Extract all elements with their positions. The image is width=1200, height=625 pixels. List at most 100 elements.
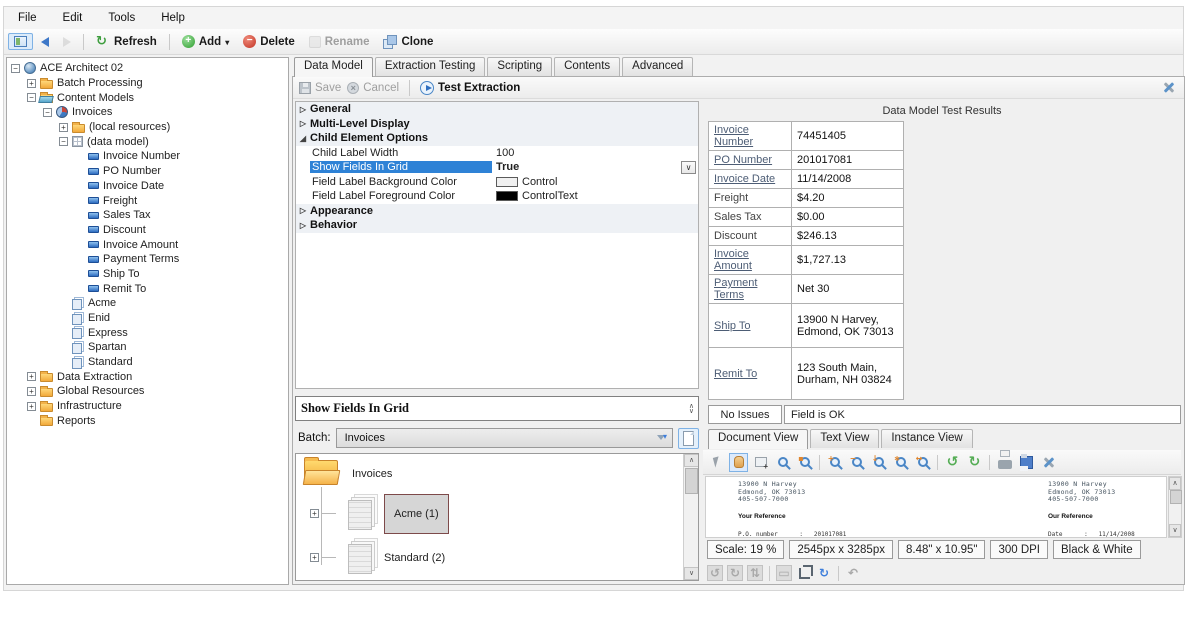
- tree-item-discount[interactable]: Discount: [7, 223, 288, 238]
- dropdown-button[interactable]: ∨: [681, 161, 696, 174]
- tree-item-data-extraction[interactable]: + Data Extraction: [7, 369, 288, 384]
- tree-item-express[interactable]: Express: [7, 325, 288, 340]
- tree-item-standard[interactable]: Standard: [7, 355, 288, 370]
- scrollbar-thumb[interactable]: [685, 468, 698, 494]
- category-expanded-icon[interactable]: ◢: [296, 134, 310, 143]
- tree-expander-icon[interactable]: −: [11, 63, 20, 73]
- scroll-up-icon[interactable]: ∧: [1169, 477, 1181, 490]
- preview-scrollbar[interactable]: ∧ ∨: [1168, 476, 1182, 538]
- scrollbar-thumb[interactable]: [1170, 490, 1182, 504]
- tab-data-model[interactable]: Data Model: [294, 57, 373, 77]
- tree-item-ship-to[interactable]: Ship To: [7, 267, 288, 282]
- tree-item-po-number[interactable]: PO Number: [7, 164, 288, 179]
- view-document-button[interactable]: [678, 427, 699, 449]
- property-category-appearance[interactable]: ▷ Appearance: [296, 203, 698, 218]
- scroll-up-icon[interactable]: ∧: [684, 454, 698, 467]
- tree-expander-icon[interactable]: −: [59, 137, 68, 147]
- zoom-selection-button[interactable]: [773, 453, 792, 472]
- tree-expander-icon[interactable]: −: [43, 107, 52, 117]
- batch-tree-scrollbar[interactable]: ∧ ∨: [683, 454, 698, 580]
- batch-node-standard-2-[interactable]: Standard (2): [384, 552, 445, 564]
- refresh-button[interactable]: Refresh: [90, 32, 163, 52]
- tree-expander-icon[interactable]: +: [59, 122, 68, 132]
- batch-node-acme-1-[interactable]: Acme (1): [384, 494, 449, 534]
- tree-item-invoice-amount[interactable]: Invoice Amount: [7, 237, 288, 252]
- result-field-link[interactable]: Invoice Date: [708, 169, 792, 189]
- category-collapsed-icon[interactable]: ▷: [296, 221, 310, 230]
- result-field-link[interactable]: Invoice Amount: [708, 245, 792, 275]
- select-zone-button[interactable]: [751, 453, 770, 472]
- property-value[interactable]: True: [492, 161, 698, 173]
- document-stack-icon[interactable]: [348, 500, 372, 530]
- property-value[interactable]: 100: [492, 147, 698, 159]
- tree-item-global-resources[interactable]: + Global Resources: [7, 384, 288, 399]
- cancel-button[interactable]: Cancel: [347, 81, 399, 94]
- menu-tools[interactable]: Tools: [108, 12, 135, 24]
- tree-item-ace-architect-02[interactable]: − ACE Architect 02: [7, 61, 288, 76]
- add-button[interactable]: Add: [176, 32, 235, 51]
- rotate-left-button[interactable]: ↺: [943, 453, 962, 472]
- property-row-field-label-foreground-color[interactable]: Field Label Foreground Color ControlText: [296, 189, 698, 204]
- result-field-link[interactable]: Payment Terms: [708, 274, 792, 304]
- tree-item-content-models[interactable]: − Content Models: [7, 90, 288, 105]
- property-category-behavior[interactable]: ▷ Behavior: [296, 218, 698, 233]
- property-value[interactable]: Control: [492, 176, 698, 188]
- property-category-child-element-options[interactable]: ◢ Child Element Options: [296, 131, 698, 146]
- category-collapsed-icon[interactable]: ▷: [296, 105, 310, 114]
- tree-item-enid[interactable]: Enid: [7, 311, 288, 326]
- refresh-image-button[interactable]: ↻: [816, 565, 832, 581]
- rotate-right-button[interactable]: ↻: [965, 453, 984, 472]
- tab-text-view[interactable]: Text View: [810, 429, 880, 448]
- tree-item-reports[interactable]: Reports: [7, 414, 288, 429]
- tree-item--local-resources-[interactable]: + (local resources): [7, 120, 288, 135]
- crop-image-button[interactable]: [796, 564, 813, 581]
- tree-item-invoices[interactable]: − Invoices: [7, 105, 288, 120]
- print-button[interactable]: [995, 453, 1014, 472]
- save-button[interactable]: Save: [299, 81, 341, 94]
- zoom-width-button[interactable]: [913, 453, 932, 472]
- tree-item-spartan[interactable]: Spartan: [7, 340, 288, 355]
- tree-expander-icon[interactable]: −: [27, 93, 36, 103]
- back-arrow-button[interactable]: [35, 34, 55, 50]
- tree-item-invoice-number[interactable]: Invoice Number: [7, 149, 288, 164]
- menu-file[interactable]: File: [18, 12, 37, 24]
- tab-advanced[interactable]: Advanced: [622, 57, 694, 76]
- pan-hand-button[interactable]: [729, 452, 748, 472]
- tab-extraction-testing[interactable]: Extraction Testing: [374, 57, 486, 76]
- image-tools-button[interactable]: [1039, 453, 1058, 472]
- batch-folder-icon[interactable]: [304, 457, 338, 485]
- tree-item-remit-to[interactable]: Remit To: [7, 281, 288, 296]
- result-field-link[interactable]: Ship To: [708, 303, 792, 348]
- tree-item-acme[interactable]: Acme: [7, 296, 288, 311]
- tree-item-invoice-date[interactable]: Invoice Date: [7, 179, 288, 194]
- zoom-page-button[interactable]: [795, 453, 814, 472]
- property-row-field-label-background-color[interactable]: Field Label Background Color Control: [296, 175, 698, 190]
- property-category-multi-level-display[interactable]: ▷ Multi-Level Display: [296, 116, 698, 131]
- tree-item-batch-processing[interactable]: + Batch Processing: [7, 76, 288, 91]
- tree-item-freight[interactable]: Freight: [7, 193, 288, 208]
- description-scroll-buttons[interactable]: ∧ ∨: [689, 402, 698, 414]
- result-field-link[interactable]: PO Number: [708, 150, 792, 170]
- pointer-button[interactable]: [707, 453, 726, 472]
- zoom-fit-button[interactable]: [891, 453, 910, 472]
- property-row-show-fields-in-grid[interactable]: Show Fields In Grid True ∨: [296, 160, 698, 175]
- category-collapsed-icon[interactable]: ▷: [296, 119, 310, 128]
- tab-contents[interactable]: Contents: [554, 57, 621, 76]
- delete-button[interactable]: Delete: [237, 32, 301, 51]
- zoom-actual-button[interactable]: [869, 453, 888, 472]
- result-field-link[interactable]: Remit To: [708, 347, 792, 400]
- document-stack-icon[interactable]: [348, 544, 372, 574]
- zoom-out-button[interactable]: [847, 453, 866, 472]
- scroll-down-icon[interactable]: ∨: [1169, 524, 1181, 537]
- property-category-general[interactable]: ▷ General: [296, 102, 698, 117]
- tree-item-infrastructure[interactable]: + Infrastructure: [7, 399, 288, 414]
- tree-expander-icon[interactable]: +: [310, 553, 319, 562]
- property-row-child-label-width[interactable]: Child Label Width 100: [296, 146, 698, 161]
- issue-message-field[interactable]: Field is OK: [784, 405, 1181, 424]
- zoom-in-button[interactable]: [825, 453, 844, 472]
- test-extraction-button[interactable]: Test Extraction: [420, 80, 520, 95]
- tree-item-sales-tax[interactable]: Sales Tax: [7, 208, 288, 223]
- menu-edit[interactable]: Edit: [63, 12, 83, 24]
- tab-scripting[interactable]: Scripting: [487, 57, 553, 76]
- tab-instance-view[interactable]: Instance View: [881, 429, 973, 448]
